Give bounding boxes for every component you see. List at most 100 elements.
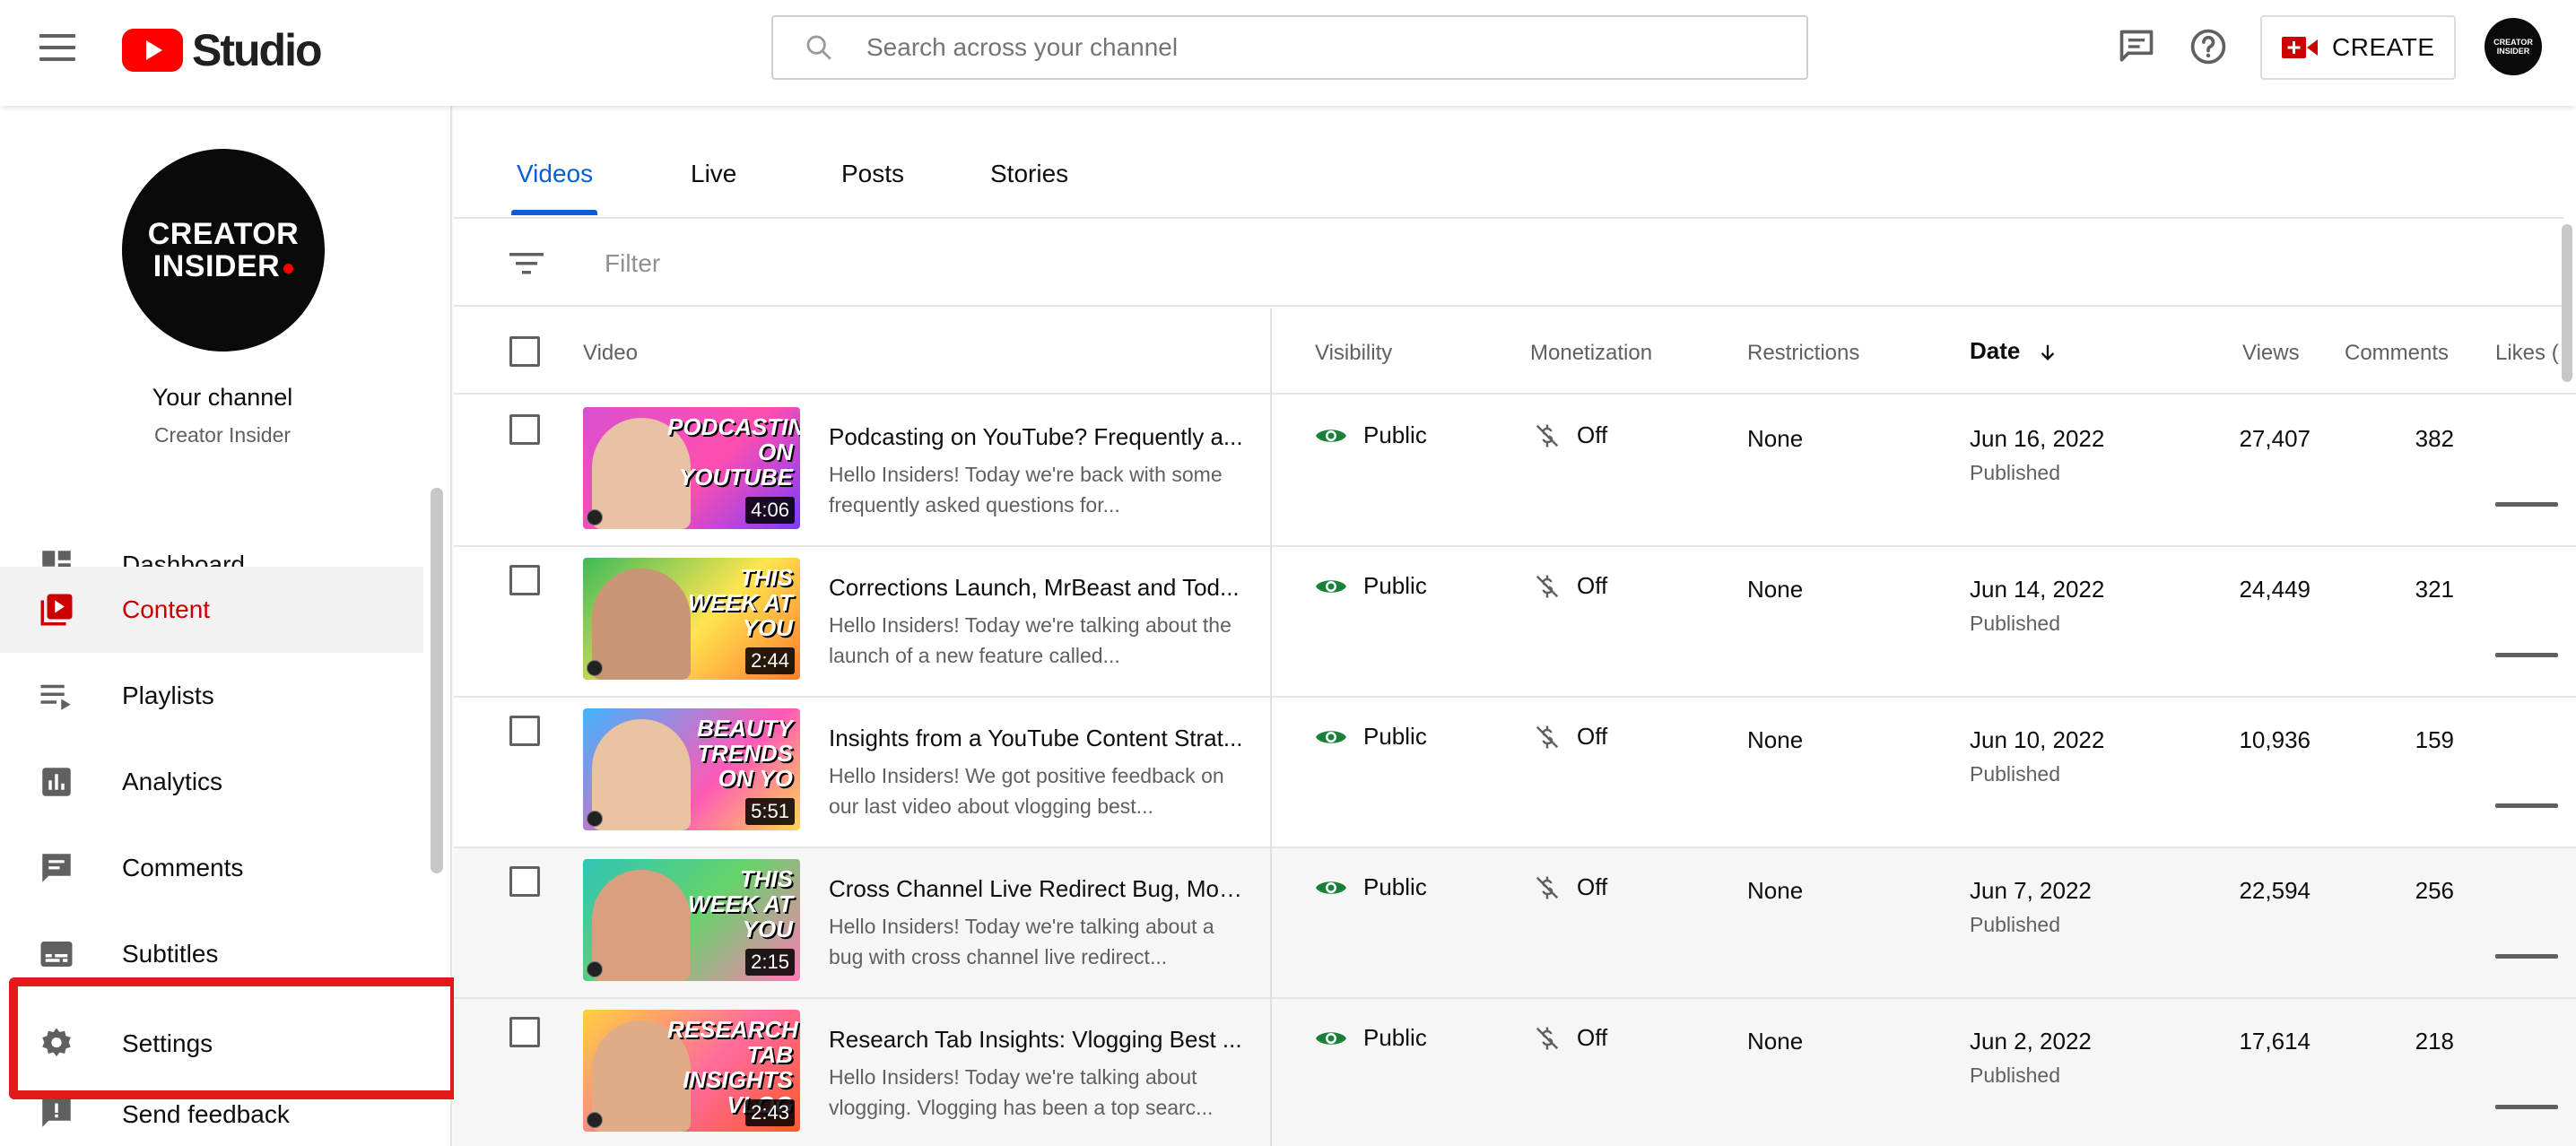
- eye-icon: [1316, 881, 1346, 894]
- column-header-likes: Likes (: [2495, 341, 2559, 365]
- table-row[interactable]: THIS WEEK AT YOU 2:44 Corrections Launch…: [454, 547, 2576, 698]
- video-description: Hello Insiders! Today we're back with so…: [829, 463, 1223, 517]
- help-icon[interactable]: [2189, 27, 2228, 66]
- tab-stories[interactable]: Stories: [990, 160, 1068, 188]
- video-thumbnail[interactable]: THIS WEEK AT YOU 2:15: [583, 859, 800, 981]
- video-thumbnail[interactable]: THIS WEEK AT YOU 2:44: [583, 558, 800, 680]
- red-dot-icon: [283, 263, 294, 273]
- sidebar-item-label: Playlists: [122, 682, 214, 709]
- monetization-off-icon: [1536, 725, 1559, 748]
- date-status: Published: [1970, 1064, 2061, 1087]
- visibility-status[interactable]: Public: [1315, 873, 1427, 901]
- select-all-checkbox[interactable]: [509, 336, 540, 367]
- likes-bar: [2495, 502, 2558, 507]
- filter-input[interactable]: [605, 242, 1501, 285]
- sidebar-item-comments[interactable]: Comments: [0, 825, 423, 911]
- date-value: Jun 16, 2022: [1970, 425, 2105, 452]
- sidebar-scrollbar[interactable]: [431, 488, 443, 873]
- video-duration: 2:43: [745, 1099, 795, 1126]
- channel-avatar[interactable]: CREATOR INSIDER: [122, 149, 325, 352]
- table-row[interactable]: PODCASTING ON YOUTUBE 4:06 Podcasting on…: [454, 396, 2576, 547]
- channel-watermark-icon: [587, 509, 603, 525]
- table-scrollbar[interactable]: [2562, 224, 2572, 382]
- restrictions-value: None: [1747, 726, 1804, 753]
- video-duration: 2:44: [745, 647, 795, 674]
- video-thumbnail[interactable]: PODCASTING ON YOUTUBE 4:06: [583, 407, 800, 529]
- visibility-status[interactable]: Public: [1315, 723, 1427, 751]
- sidebar-item-content[interactable]: Content: [0, 567, 423, 653]
- date-value: Jun 7, 2022: [1970, 877, 2092, 904]
- active-tab-indicator: [511, 210, 597, 215]
- row-checkbox[interactable]: [509, 414, 540, 445]
- video-title[interactable]: Podcasting on YouTube? Frequently a...: [829, 423, 1250, 451]
- monetization-status[interactable]: Off: [1534, 873, 1607, 901]
- column-header-date-label: Date: [1970, 337, 2021, 364]
- search-input[interactable]: [866, 33, 1763, 62]
- monetization-label: Off: [1577, 723, 1608, 750]
- video-thumbnail[interactable]: RESEARCH TAB INSIGHTS VLOG 2:43: [583, 1010, 800, 1132]
- column-header-date[interactable]: Date: [1970, 337, 2058, 365]
- messages-icon[interactable]: [2117, 27, 2156, 66]
- table-row[interactable]: BEAUTY TRENDS ON YO 5:51 Insights from a…: [454, 698, 2576, 848]
- sidebar: CREATOR INSIDER Your channel Creator Ins…: [0, 106, 459, 1146]
- row-checkbox[interactable]: [509, 866, 540, 897]
- tab-live[interactable]: Live: [691, 160, 736, 188]
- monetization-status[interactable]: Off: [1534, 1024, 1607, 1052]
- video-description: Hello Insiders! Today we're talking abou…: [829, 613, 1231, 667]
- monetization-label: Off: [1577, 1024, 1608, 1051]
- row-checkbox[interactable]: [509, 565, 540, 595]
- video-camera-plus-icon: [2282, 37, 2318, 58]
- video-title[interactable]: Corrections Launch, MrBeast and Tod...: [829, 574, 1250, 602]
- filter-bar: [454, 221, 2563, 307]
- search-bar[interactable]: [771, 15, 1808, 80]
- comments-value: 218: [2415, 1028, 2454, 1055]
- sidebar-item-label: Send feedback: [122, 1100, 290, 1128]
- sort-arrow-down-icon: [2041, 344, 2054, 360]
- visibility-label: Public: [1363, 572, 1427, 599]
- monetization-status[interactable]: Off: [1534, 572, 1607, 600]
- menu-icon[interactable]: [39, 34, 75, 61]
- channel-title[interactable]: Your channel: [0, 384, 445, 412]
- youtube-logo-icon: [122, 29, 183, 72]
- restrictions-value: None: [1747, 1028, 1804, 1055]
- video-thumbnail[interactable]: BEAUTY TRENDS ON YO 5:51: [583, 708, 800, 830]
- monetization-status[interactable]: Off: [1534, 723, 1607, 751]
- create-button[interactable]: CREATE: [2260, 15, 2456, 80]
- column-divider: [1270, 308, 1272, 1146]
- visibility-status[interactable]: Public: [1315, 572, 1427, 600]
- channel-name: Creator Insider: [153, 423, 292, 447]
- thumbnail-text: THIS WEEK AT YOU: [688, 564, 793, 641]
- account-avatar[interactable]: CREATOR INSIDER: [2485, 18, 2542, 75]
- filter-icon[interactable]: [508, 249, 545, 278]
- visibility-label: Public: [1363, 723, 1427, 750]
- date-value: Jun 2, 2022: [1970, 1028, 2092, 1055]
- video-title[interactable]: Research Tab Insights: Vlogging Best ...: [829, 1026, 1250, 1054]
- sidebar-item-analytics[interactable]: Analytics: [0, 739, 423, 825]
- row-checkbox[interactable]: [509, 1017, 540, 1047]
- sidebar-item-label: Analytics: [122, 768, 223, 795]
- table-row[interactable]: RESEARCH TAB INSIGHTS VLOG 2:43 Research…: [454, 999, 2576, 1146]
- row-checkbox[interactable]: [509, 716, 540, 746]
- eye-icon: [1316, 579, 1346, 593]
- table-row[interactable]: THIS WEEK AT YOU 2:15 Cross Channel Live…: [454, 848, 2576, 999]
- video-duration: 2:15: [745, 949, 795, 976]
- views-value: 10,936: [2239, 726, 2311, 753]
- views-value: 24,449: [2239, 576, 2311, 603]
- visibility-status[interactable]: Public: [1315, 421, 1427, 449]
- video-title[interactable]: Insights from a YouTube Content Strat...: [829, 725, 1250, 752]
- visibility-status[interactable]: Public: [1315, 1024, 1427, 1052]
- channel-watermark-icon: [587, 961, 603, 977]
- monetization-status[interactable]: Off: [1534, 421, 1607, 449]
- sidebar-item-playlists[interactable]: Playlists: [0, 653, 423, 739]
- tab-posts[interactable]: Posts: [841, 160, 904, 188]
- channel-avatar-line2: INSIDER: [152, 249, 281, 283]
- thumbnail-text: PODCASTING ON YOUTUBE: [667, 413, 800, 491]
- comments-value: 321: [2415, 576, 2454, 603]
- video-title[interactable]: Cross Channel Live Redirect Bug, Mob...: [829, 875, 1250, 903]
- monetization-label: Off: [1577, 873, 1608, 900]
- studio-logo[interactable]: Studio: [122, 24, 323, 76]
- video-description: Hello Insiders! Today we're talking abou…: [829, 915, 1214, 968]
- date-status: Published: [1970, 612, 2061, 635]
- video-description: Hello Insiders! Today we're talking abou…: [829, 1065, 1214, 1119]
- tab-videos[interactable]: Videos: [517, 160, 593, 188]
